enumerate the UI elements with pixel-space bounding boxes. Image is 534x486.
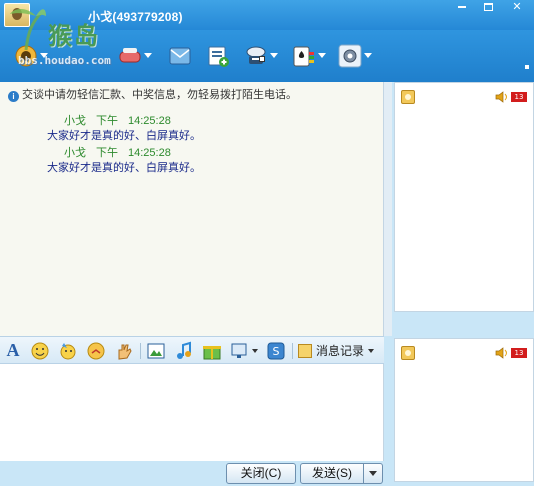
message-header: 小戈 下午 14:25:28 [64,112,181,128]
encrypt-icon[interactable]: S [266,341,286,361]
chevron-down-icon [368,349,375,353]
user-icon[interactable] [401,90,415,104]
format-toolbar: A S 消息记录 [0,336,384,364]
message-input[interactable] [0,364,384,461]
screenshot-icon[interactable] [146,341,166,361]
edge-marker [525,65,529,69]
voice-call-icon [119,48,141,63]
gift-icon[interactable] [202,341,222,361]
send-options-button[interactable] [363,463,383,484]
message-sender: 小戈 [64,147,86,159]
notification-badge: 13 [511,348,527,358]
message-text: 大家好才是真的好、白屏真好。 [47,162,201,174]
emoticon-icon[interactable] [30,341,50,361]
message-history-label: 消息记录 [316,344,365,358]
send-file-icon [169,47,191,65]
chat-history[interactable]: i 交谈中请勿轻信汇款、中奖信息，勿轻易拨打陌生电话。 小戈 下午 14:25:28 … [0,82,384,336]
chevron-down-icon[interactable] [318,53,326,58]
minimize-button[interactable] [450,0,474,16]
title-bar[interactable]: 小戈(493779208) ✕ [0,0,534,30]
font-button[interactable]: A [4,340,22,360]
toolbar-divider [140,343,141,359]
window-title: 小戈(493779208) [88,10,183,24]
message-text: 大家好才是真的好、白屏真好。 [47,130,201,142]
close-window-button[interactable]: ✕ [502,0,532,16]
message-header: 小戈 下午 14:25:28 [64,144,181,160]
chevron-down-icon[interactable] [40,53,48,58]
message-period: 下午 [96,115,118,127]
music-icon[interactable] [174,341,194,361]
close-icon: ✕ [512,1,522,13]
notification-badge: 13 [511,92,527,102]
video-call-icon [15,45,37,67]
toolbar-divider [292,343,293,359]
message-period: 下午 [96,147,118,159]
main-toolbar [0,30,534,82]
speaker-icon[interactable] [495,347,509,359]
message-history-button[interactable]: 消息记录 [298,342,375,360]
minimize-icon [458,6,466,9]
info-icon: i [8,91,19,102]
message-time: 14:25:28 [128,115,171,127]
speaker-icon[interactable] [495,91,509,103]
chevron-down-icon[interactable] [364,53,372,58]
bottom-bar: 关闭(C) 发送(S) [0,461,392,486]
app-settings-icon [338,44,362,68]
history-icon [298,344,312,358]
chevron-down-icon[interactable] [144,53,152,58]
chat-scrollbar[interactable] [384,82,392,336]
chevron-down-icon[interactable] [270,53,278,58]
contact-info-panel: 13 [394,82,534,312]
screen-share-icon[interactable] [230,341,250,361]
self-info-panel: 13 [394,338,534,482]
message-sender: 小戈 [64,115,86,127]
close-button[interactable]: 关闭(C) [226,463,296,484]
contact-avatar[interactable] [4,3,30,27]
magic-emoticon-icon[interactable] [58,341,78,361]
user-icon[interactable] [401,346,415,360]
hand-icon[interactable] [114,341,134,361]
maximize-button[interactable] [476,0,500,16]
resize-handle[interactable] [259,56,265,62]
send-message-icon [208,46,229,67]
svg-text:S: S [273,345,280,358]
security-notice: i 交谈中请勿轻信汇款、中奖信息，勿轻易拨打陌生电话。 [8,86,297,102]
chevron-down-icon [369,471,377,476]
shake-icon[interactable] [86,341,106,361]
security-notice-text: 交谈中请勿轻信汇款、中奖信息，勿轻易拨打陌生电话。 [22,89,297,101]
message-time: 14:25:28 [128,147,171,159]
send-button[interactable]: 发送(S) [300,463,364,484]
games-icon [293,46,314,67]
chevron-down-icon[interactable] [252,349,258,353]
maximize-icon [483,3,493,12]
